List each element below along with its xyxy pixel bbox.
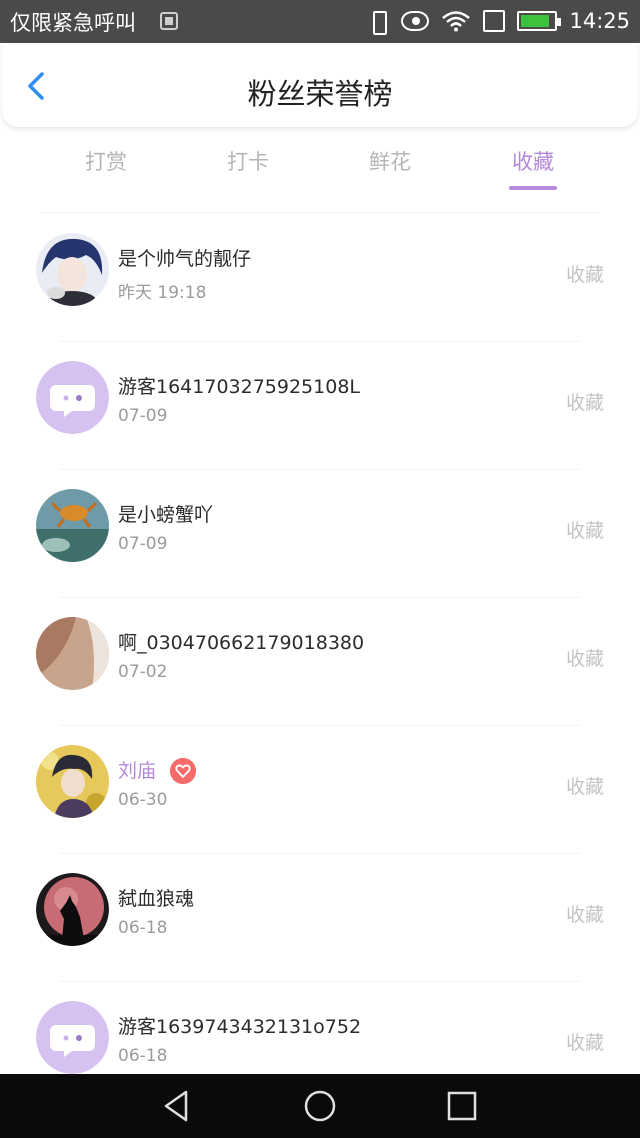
fan-date: 06-18 <box>118 918 168 938</box>
carrier-text: 仅限紧急呼叫 <box>10 11 136 35</box>
fan-date: 07-09 <box>118 534 168 554</box>
clock: 14:25 <box>569 9 630 33</box>
favorite-label: 收藏 <box>565 1032 604 1054</box>
list-item[interactable]: 弑血狼魂 06-18 收藏 <box>0 854 640 982</box>
wifi-icon <box>442 11 471 32</box>
avatar <box>36 233 109 306</box>
fan-name: 弑血狼魂 <box>118 888 195 910</box>
fan-name: 游客1641703275925108L <box>118 376 360 398</box>
eye-comfort-icon <box>401 11 430 31</box>
vibrate-icon <box>367 10 389 35</box>
fan-date: 06-30 <box>118 790 168 810</box>
fan-date: 昨天 19:18 <box>118 283 207 303</box>
fan-name: 游客1639743432131o752 <box>118 1016 362 1038</box>
status-bar: 仅限紧急呼叫 14:25 <box>0 0 640 43</box>
divider <box>40 212 600 213</box>
page-title: 粉丝荣誉榜 <box>247 77 393 111</box>
tab-checkin[interactable]: 打卡 <box>198 146 298 176</box>
favorite-label: 收藏 <box>565 904 604 926</box>
tab-reward[interactable]: 打赏 <box>56 146 156 176</box>
avatar <box>36 745 109 818</box>
sim-icon <box>483 10 506 32</box>
list-item[interactable]: 是小螃蟹吖 07-09 收藏 <box>0 470 640 598</box>
favorite-label: 收藏 <box>565 648 604 670</box>
home-circle-icon[interactable] <box>302 1088 338 1124</box>
favorite-label: 收藏 <box>565 392 604 414</box>
favorite-label: 收藏 <box>565 776 604 798</box>
screenshot-notification-icon <box>160 12 178 30</box>
list-item[interactable]: 啊_030470662179018380 07-02 收藏 <box>0 598 640 726</box>
list-item[interactable]: 刘庙 06-30 收藏 <box>0 726 640 854</box>
default-chat-avatar <box>36 1001 109 1074</box>
active-tab-indicator <box>509 186 557 190</box>
default-chat-avatar <box>36 361 109 434</box>
favorite-label: 收藏 <box>565 264 604 286</box>
fan-list: 是个帅气的靓仔 昨天 19:18 收藏 游客1641703275925108L … <box>0 214 640 1074</box>
tab-flowers[interactable]: 鲜花 <box>340 146 440 176</box>
list-item[interactable]: 游客1639743432131o752 06-18 收藏 <box>0 982 640 1074</box>
vip-heart-badge-icon <box>170 758 196 784</box>
avatar <box>36 489 109 562</box>
battery-icon <box>517 11 562 31</box>
status-icons: 14:25 <box>367 5 630 37</box>
tab-bar: 打赏 打卡 鲜花 收藏 <box>0 140 640 200</box>
list-item[interactable]: 是个帅气的靓仔 昨天 19:18 收藏 <box>0 214 640 342</box>
avatar <box>36 873 109 946</box>
fan-name: 啊_030470662179018380 <box>118 632 365 654</box>
fan-date: 07-02 <box>118 662 168 682</box>
tab-favorite[interactable]: 收藏 <box>483 146 583 176</box>
system-navigation-bar <box>0 1074 640 1138</box>
fan-date: 07-09 <box>118 406 168 426</box>
back-triangle-icon[interactable] <box>158 1088 194 1124</box>
header: 粉丝荣誉榜 <box>2 43 638 127</box>
recent-apps-square-icon[interactable] <box>444 1088 480 1124</box>
fan-name: 刘庙 <box>118 760 157 782</box>
list-item[interactable]: 游客1641703275925108L 07-09 收藏 <box>0 342 640 470</box>
avatar <box>36 617 109 690</box>
fan-name: 是个帅气的靓仔 <box>118 248 252 270</box>
favorite-label: 收藏 <box>565 520 604 542</box>
fan-date: 06-18 <box>118 1046 168 1066</box>
fan-name: 是小螃蟹吖 <box>118 504 214 526</box>
